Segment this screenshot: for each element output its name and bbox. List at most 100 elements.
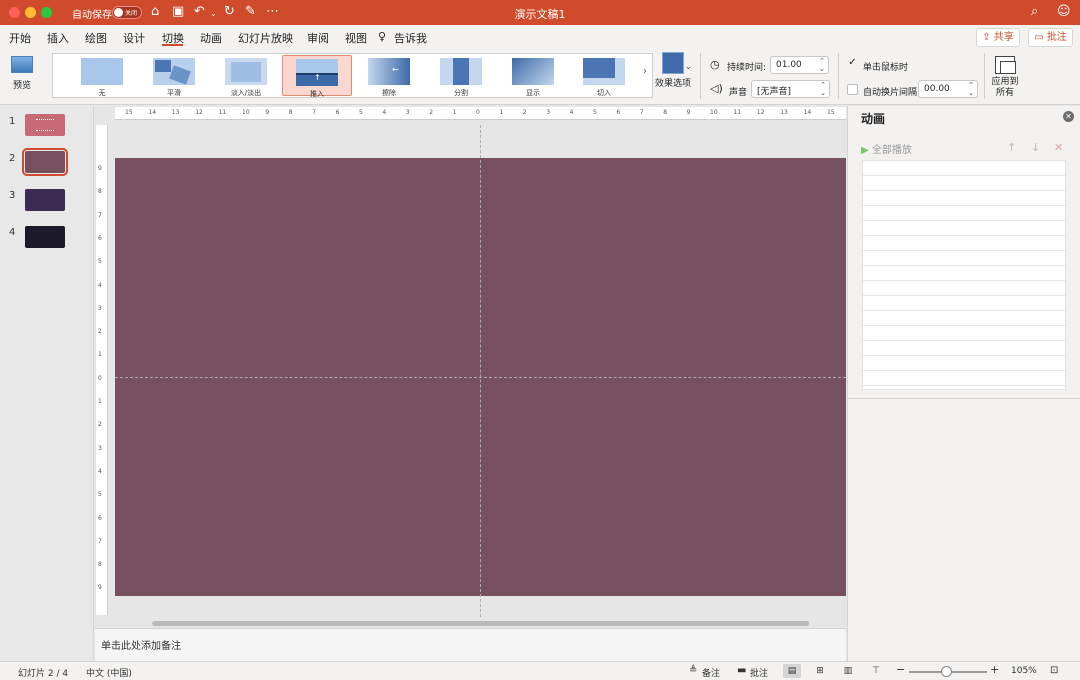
ruler-tick-label: 8 xyxy=(663,109,668,116)
slide-thumbnail-1[interactable] xyxy=(25,114,65,136)
slide-thumbnail-4[interactable] xyxy=(25,226,65,248)
transition-morph-thumbnail xyxy=(153,58,195,85)
preview-icon xyxy=(11,56,33,73)
ruler-tick-label: 7 xyxy=(98,537,102,545)
transition-morph[interactable]: 平滑 xyxy=(139,55,209,97)
effect-options-label: 效果选项 xyxy=(655,79,692,89)
transition-split[interactable]: 分割 xyxy=(426,55,496,97)
search-icon[interactable]: ⌕ xyxy=(1031,4,1038,20)
reading-view-icon[interactable]: ▥ xyxy=(839,664,857,678)
slide-sorter-icon[interactable]: ⊞ xyxy=(811,664,829,678)
slide-number: 2 xyxy=(9,153,16,164)
title-bar: 自动保存 关闭 ⌂ ▣ ↶ ⌄ ↻ ✎ ⋯ 演示文稿1 ⌕ ☺ xyxy=(0,0,1080,25)
language-indicator[interactable]: 中文 (中国) xyxy=(86,666,132,679)
horizontal-guide[interactable] xyxy=(115,377,846,378)
slide-thumbnail-3[interactable] xyxy=(25,189,65,211)
preview-button[interactable]: 预览 xyxy=(8,56,36,91)
duration-stepper[interactable]: 01.00 ⌃ ⌄ xyxy=(770,56,829,74)
play-all-button[interactable]: ▶ 全部播放 xyxy=(861,141,912,156)
transition-wipe[interactable]: ← 擦除 xyxy=(354,55,424,97)
notes-icon[interactable]: ≜ xyxy=(689,665,697,676)
effect-options-button[interactable]: ⌄ 效果选项 xyxy=(655,52,692,89)
zoom-out-icon[interactable]: − xyxy=(896,663,905,676)
transition-reveal[interactable]: 显示 xyxy=(498,55,568,97)
zoom-in-icon[interactable]: + xyxy=(990,663,999,676)
animation-pane: 动画 ✕ ▶ 全部播放 ↑ ↓ ✕ xyxy=(847,106,1080,661)
move-down-icon[interactable]: ↓ xyxy=(1031,141,1040,154)
share-button[interactable]: ⇪ 共享 xyxy=(976,28,1020,47)
transition-fade[interactable]: 淡入/淡出 xyxy=(211,55,281,97)
sound-select[interactable]: [无声音] ⌃ ⌄ xyxy=(751,80,830,98)
divider xyxy=(700,53,701,99)
slide-number: 1 xyxy=(9,116,16,127)
transition-label: 淡入/淡出 xyxy=(230,89,262,97)
stepper-arrows-icon[interactable]: ⌃ ⌄ xyxy=(819,57,825,73)
ruler-tick-label: 2 xyxy=(429,109,434,116)
ruler-tick-label: 5 xyxy=(98,258,102,266)
apply-to-all-label-2: 所有 xyxy=(995,88,1014,98)
tab-design[interactable]: 设计 xyxy=(123,30,145,46)
ruler-tick-label: 9 xyxy=(265,109,270,116)
ruler-tick-label: 7 xyxy=(98,211,102,219)
play-all-label: 全部播放 xyxy=(871,145,912,156)
comments-toggle[interactable]: 批注 xyxy=(750,666,768,679)
comments-button[interactable]: ▭ 批注 xyxy=(1028,28,1073,47)
effect-options-icon xyxy=(662,52,684,74)
close-icon[interactable]: ✕ xyxy=(1063,111,1074,122)
status-bar: 幻灯片 2 / 4 中文 (中国) ≜ 备注 ▬ 批注 ▤ ⊞ ▥ ⊤ − + … xyxy=(0,661,1080,680)
slide-counter: 幻灯片 2 / 4 xyxy=(18,669,69,679)
slideshow-icon[interactable]: ⊤ xyxy=(867,664,885,678)
slide-thumbnail-2[interactable] xyxy=(22,148,68,176)
tab-view[interactable]: 视图 xyxy=(345,30,367,46)
clock-icon: ◷ xyxy=(710,58,720,71)
ruler-tick-label: 2 xyxy=(98,328,102,336)
transition-label: 分割 xyxy=(454,89,468,97)
comment-icon[interactable]: ▬ xyxy=(737,665,746,676)
tab-animations[interactable]: 动画 xyxy=(200,30,222,46)
tab-home[interactable]: 开始 xyxy=(9,30,31,46)
tab-insert[interactable]: 插入 xyxy=(47,30,69,46)
ruler-tick-label: 0 xyxy=(98,374,102,382)
tab-draw[interactable]: 绘图 xyxy=(85,30,107,46)
normal-view-icon[interactable]: ▤ xyxy=(783,664,801,678)
transition-cut[interactable]: 切入 xyxy=(569,55,639,97)
transition-push[interactable]: ↑ 推入 xyxy=(282,55,352,98)
gallery-next-icon[interactable]: › xyxy=(643,66,647,77)
fit-to-window-icon[interactable]: ⊡ xyxy=(1050,665,1058,676)
zoom-level[interactable]: 105% xyxy=(1011,666,1037,676)
tell-me[interactable]: 告诉我 xyxy=(394,30,427,46)
ruler-tick-label: 14 xyxy=(803,109,812,116)
duration-label: 持续时间: xyxy=(727,63,767,73)
transition-none[interactable]: 无 xyxy=(67,55,137,97)
horizontal-scrollbar[interactable] xyxy=(152,621,809,626)
play-icon: ▶ xyxy=(861,145,872,156)
ruler-tick-label: 4 xyxy=(98,467,102,475)
stepper-arrows-icon[interactable]: ⌃ ⌄ xyxy=(968,81,974,97)
smiley-icon[interactable]: ☺ xyxy=(1057,4,1071,20)
on-click-checkbox[interactable]: ✓ xyxy=(847,58,858,69)
tab-slideshow[interactable]: 幻灯片放映 xyxy=(238,30,293,46)
tab-review[interactable]: 审阅 xyxy=(307,30,329,46)
notes-toggle[interactable]: 备注 xyxy=(702,666,720,679)
vertical-guide[interactable] xyxy=(480,125,481,617)
move-up-icon[interactable]: ↑ xyxy=(1007,141,1016,154)
vertical-ruler: 9 8 7 6 5 4 3 2 1 0 1 2 3 4 5 6 7 8 9 xyxy=(96,125,108,615)
animation-list[interactable] xyxy=(862,160,1066,390)
ruler-tick-label: 5 xyxy=(593,109,597,116)
select-arrows-icon[interactable]: ⌃ ⌄ xyxy=(820,81,826,97)
ruler-tick-label: 12 xyxy=(756,109,765,116)
notes-placeholder: 单击此处添加备注 xyxy=(101,641,181,652)
ruler-tick-label: 0 xyxy=(476,109,480,116)
transition-fade-thumbnail xyxy=(225,58,267,85)
delete-icon[interactable]: ✕ xyxy=(1054,141,1063,154)
zoom-slider-thumb[interactable] xyxy=(941,666,952,677)
ruler-tick-label: 4 xyxy=(98,281,102,289)
ruler-tick-label: 8 xyxy=(98,561,102,569)
transition-label: 平滑 xyxy=(167,89,181,97)
auto-advance-checkbox[interactable] xyxy=(847,84,858,95)
notes-pane[interactable]: 单击此处添加备注 xyxy=(95,628,846,661)
transition-push-thumbnail: ↑ xyxy=(296,59,338,86)
ruler-tick-label: 5 xyxy=(98,491,102,499)
apply-to-all-button[interactable]: 应用到 所有 xyxy=(988,56,1022,99)
auto-advance-stepper[interactable]: 00.00 ⌃ ⌄ xyxy=(918,80,978,98)
